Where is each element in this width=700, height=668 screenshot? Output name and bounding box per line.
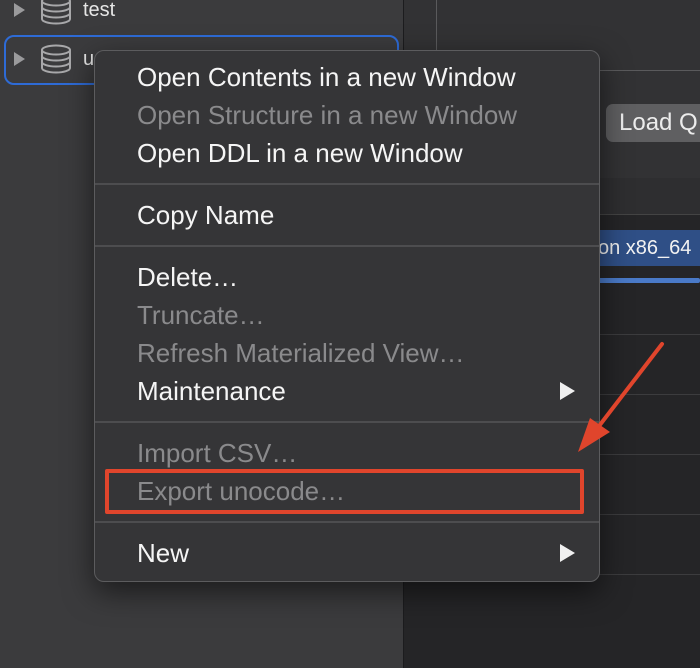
menu-item-import-csv: Import CSV… (137, 438, 298, 468)
load-query-button[interactable]: Load Q (606, 104, 700, 142)
menu-item-open-structure: Open Structure in a new Window (137, 100, 518, 130)
menu-item-new[interactable]: New (137, 538, 189, 569)
menu-item-refresh-materialized-view: Refresh Materialized View… (137, 338, 465, 368)
grid-row-divider (596, 514, 700, 515)
menu-separator (95, 421, 599, 423)
menu-item-open-ddl[interactable]: Open DDL in a new Window (137, 138, 463, 169)
selection-indicator (596, 278, 700, 283)
menu-item-delete[interactable]: Delete… (137, 262, 238, 293)
disclosure-triangle-icon[interactable] (14, 52, 25, 66)
menu-item-copy-name[interactable]: Copy Name (137, 200, 274, 231)
menu-item-truncate: Truncate… (137, 300, 265, 330)
database-icon (41, 44, 71, 74)
sidebar-item-label: u (83, 47, 95, 70)
sidebar-item-test[interactable]: test (0, 0, 115, 32)
menu-separator (95, 245, 599, 247)
menu-item-open-contents[interactable]: Open Contents in a new Window (137, 62, 516, 93)
sidebar-item-u[interactable]: u (0, 37, 94, 81)
menu-separator (95, 521, 599, 523)
annotation-highlight-box (105, 469, 584, 514)
menu-item-maintenance[interactable]: Maintenance (137, 376, 286, 407)
menu-separator (95, 183, 599, 185)
database-icon (41, 0, 71, 25)
grid-row-divider (596, 574, 700, 575)
sidebar-item-label: test (83, 0, 116, 21)
selected-grid-cell[interactable]: on x86_64 (596, 230, 700, 266)
submenu-arrow-icon (560, 544, 575, 562)
disclosure-triangle-icon[interactable] (14, 3, 25, 17)
annotation-arrow-icon (578, 342, 664, 452)
